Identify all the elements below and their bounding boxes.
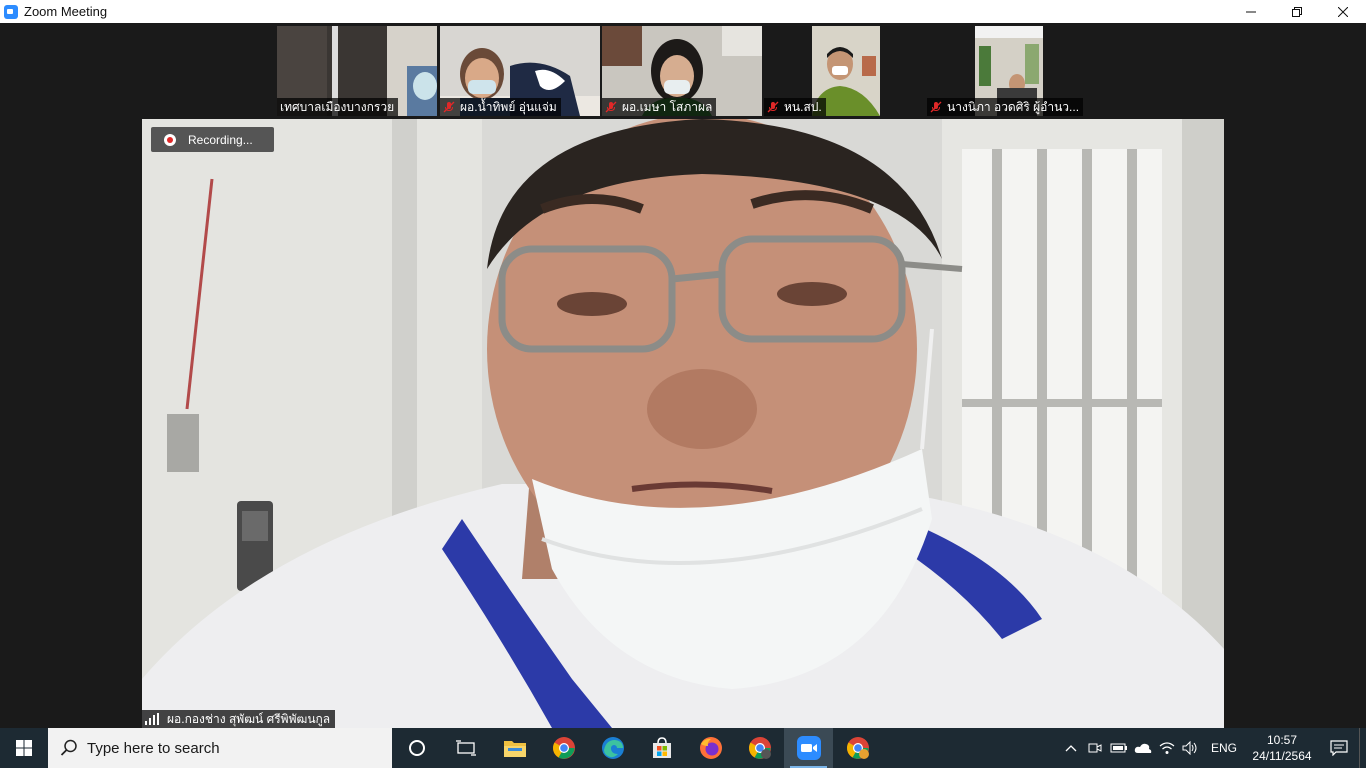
participant-tile[interactable]: ผอ.น้ำทิพย์ อุ่นแจ่ม (440, 26, 600, 116)
participant-name: เทศบาลเมืองบางกรวย (280, 99, 395, 114)
system-tray: ENG 10:57 24/11/2564 (1059, 728, 1366, 768)
store-button[interactable] (637, 728, 686, 768)
cloud-icon (1134, 743, 1152, 753)
edge-icon (601, 737, 624, 759)
participant-tile[interactable]: นางนิภา อวดศิริ ผู้อำนว... (927, 26, 1089, 116)
search-placeholder: Type here to search (87, 739, 220, 757)
speaker-name: ผอ.กองช่าง สุพัฒน์ ศรีพิพัฒนกูล (167, 711, 331, 726)
wifi-icon (1159, 742, 1175, 754)
task-view-icon (455, 740, 476, 756)
participant-name: ผอ.เมษา โสภาผล (622, 99, 713, 114)
participant-tile[interactable]: เทศบาลเมืองบางกรวย (277, 26, 437, 116)
participant-name-tag: ผอ.เมษา โสภาผล (602, 98, 717, 116)
participant-name-tag: นางนิภา อวดศิริ ผู้อำนว... (927, 98, 1084, 116)
recording-label: Recording... (188, 132, 253, 147)
muted-mic-icon (767, 101, 779, 113)
minimize-icon (1246, 11, 1256, 12)
file-explorer-button[interactable] (490, 728, 539, 768)
muted-mic-icon (930, 101, 942, 113)
recording-indicator[interactable]: Recording... (151, 127, 274, 152)
taskbar-search-box[interactable]: Type here to search (48, 728, 392, 768)
hidden-icons-button[interactable] (1059, 728, 1083, 768)
participant-tile[interactable]: หน.สป. (764, 26, 924, 116)
windows-logo-icon (16, 740, 32, 756)
network-button[interactable] (1155, 728, 1179, 768)
restore-icon (1292, 6, 1302, 17)
file-explorer-icon (503, 741, 526, 757)
chrome-icon (552, 737, 575, 759)
input-language-indicator[interactable]: ENG (1203, 741, 1245, 755)
edge-button[interactable] (588, 728, 637, 768)
zoom-app-icon (4, 4, 18, 19)
minimize-button[interactable] (1228, 0, 1274, 23)
meeting-area: เทศบาลเมืองบางกรวย ผอ.น้ำทิพย์ อุ่นแจ่ม … (0, 23, 1366, 728)
cortana-icon (408, 740, 425, 756)
clock-time: 10:57 (1266, 733, 1298, 747)
action-center-button[interactable] (1319, 728, 1359, 768)
start-button[interactable] (0, 728, 48, 768)
participant-name: หน.สป. (784, 99, 822, 114)
participant-name-tag: เทศบาลเมืองบางกรวย (277, 98, 399, 116)
store-icon (652, 737, 671, 758)
window-controls (1228, 0, 1366, 23)
participant-name: ผอ.น้ำทิพย์ อุ่นแจ่ม (460, 99, 557, 114)
speaker-video-frame (142, 119, 1224, 728)
meet-now-button[interactable] (1083, 728, 1107, 768)
zoom-taskbar-button[interactable] (784, 728, 833, 768)
show-desktop-button[interactable] (1359, 728, 1366, 768)
chrome-alt-button[interactable] (833, 728, 882, 768)
meet-now-icon (1088, 743, 1102, 753)
firefox-button[interactable] (686, 728, 735, 768)
chrome-alt-icon (846, 737, 869, 759)
battery-button[interactable] (1107, 728, 1131, 768)
chrome-button[interactable] (539, 728, 588, 768)
close-button[interactable] (1320, 0, 1366, 23)
title-bar: Zoom Meeting (0, 0, 1366, 23)
restore-button[interactable] (1274, 0, 1320, 23)
taskbar-clock[interactable]: 10:57 24/11/2564 (1245, 732, 1319, 764)
participant-tile[interactable]: ผอ.เมษา โสภาผล (602, 26, 762, 116)
chrome-profile-button[interactable] (735, 728, 784, 768)
speaker-icon (1182, 741, 1197, 755)
onedrive-button[interactable] (1131, 728, 1155, 768)
cortana-button[interactable] (392, 728, 441, 768)
muted-mic-icon (605, 101, 617, 113)
chrome-profile-icon (748, 737, 771, 759)
recording-dot-icon (164, 133, 176, 146)
search-icon (60, 739, 77, 756)
participant-name: นางนิภา อวดศิริ ผู้อำนว... (947, 99, 1080, 114)
window-title: Zoom Meeting (24, 4, 108, 19)
clock-date: 24/11/2564 (1252, 749, 1312, 763)
battery-icon (1110, 743, 1127, 753)
volume-button[interactable] (1179, 728, 1203, 768)
participant-name-tag: ผอ.น้ำทิพย์ อุ่นแจ่ม (440, 98, 561, 116)
notification-icon (1330, 740, 1348, 756)
windows-taskbar: Type here to search ENG 10:57 24/11/2564 (0, 728, 1366, 768)
close-icon (1338, 6, 1348, 17)
task-view-button[interactable] (441, 728, 490, 768)
connection-signal-icon (145, 713, 161, 725)
zoom-icon (796, 736, 821, 760)
participant-name-tag: หน.สป. (764, 98, 826, 116)
firefox-icon (699, 737, 722, 759)
muted-mic-icon (443, 101, 455, 113)
speaker-name-tag: ผอ.กองช่าง สุพัฒน์ ศรีพิพัฒนกูล (142, 710, 336, 728)
chevron-up-icon (1065, 745, 1077, 752)
active-speaker-video[interactable]: Recording... ผอ.กองช่าง สุพัฒน์ ศรีพิพัฒ… (142, 119, 1224, 728)
